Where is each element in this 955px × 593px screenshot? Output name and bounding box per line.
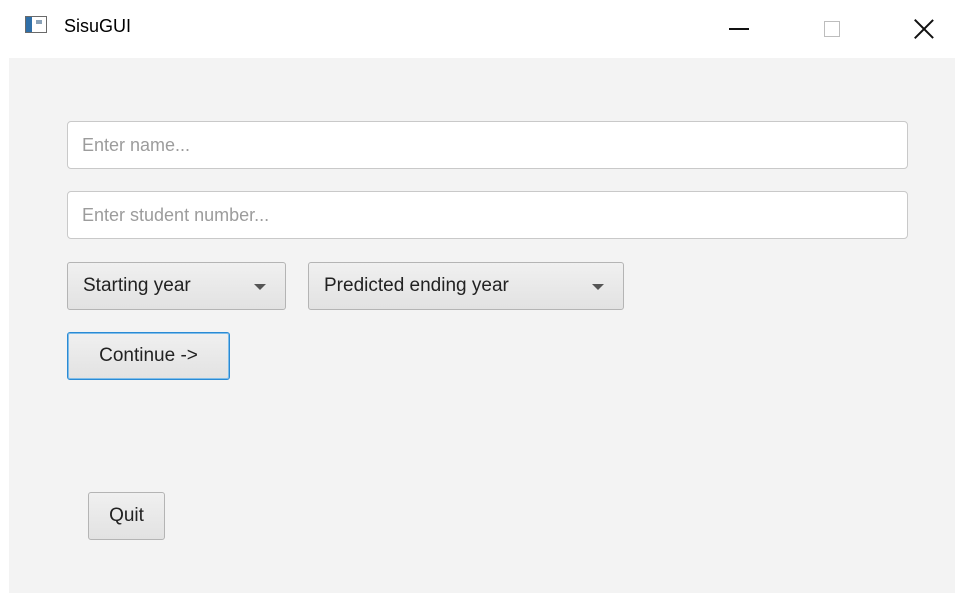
starting-year-dropdown[interactable]: Starting year [67, 262, 286, 310]
chevron-down-icon [592, 284, 604, 290]
minimize-button[interactable] [709, 0, 769, 58]
quit-button[interactable]: Quit [88, 492, 165, 540]
title-bar[interactable]: SisuGUI [0, 0, 955, 58]
ending-year-dropdown[interactable]: Predicted ending year [308, 262, 624, 310]
close-button[interactable] [894, 0, 954, 58]
application-window: SisuGUI Starting year Predicted ending y… [0, 0, 955, 593]
minimize-icon [729, 28, 749, 30]
window-title: SisuGUI [64, 16, 132, 36]
chevron-down-icon [254, 284, 266, 290]
name-input[interactable] [67, 121, 908, 169]
form-panel: Starting year Predicted ending year Cont… [9, 58, 955, 593]
app-icon [25, 16, 47, 33]
maximize-icon [824, 21, 840, 37]
continue-button[interactable]: Continue -> [67, 332, 230, 380]
starting-year-label: Starting year [83, 275, 191, 296]
close-icon [913, 18, 935, 40]
student-number-input[interactable] [67, 191, 908, 239]
ending-year-label: Predicted ending year [324, 275, 509, 296]
maximize-button[interactable] [802, 0, 862, 58]
